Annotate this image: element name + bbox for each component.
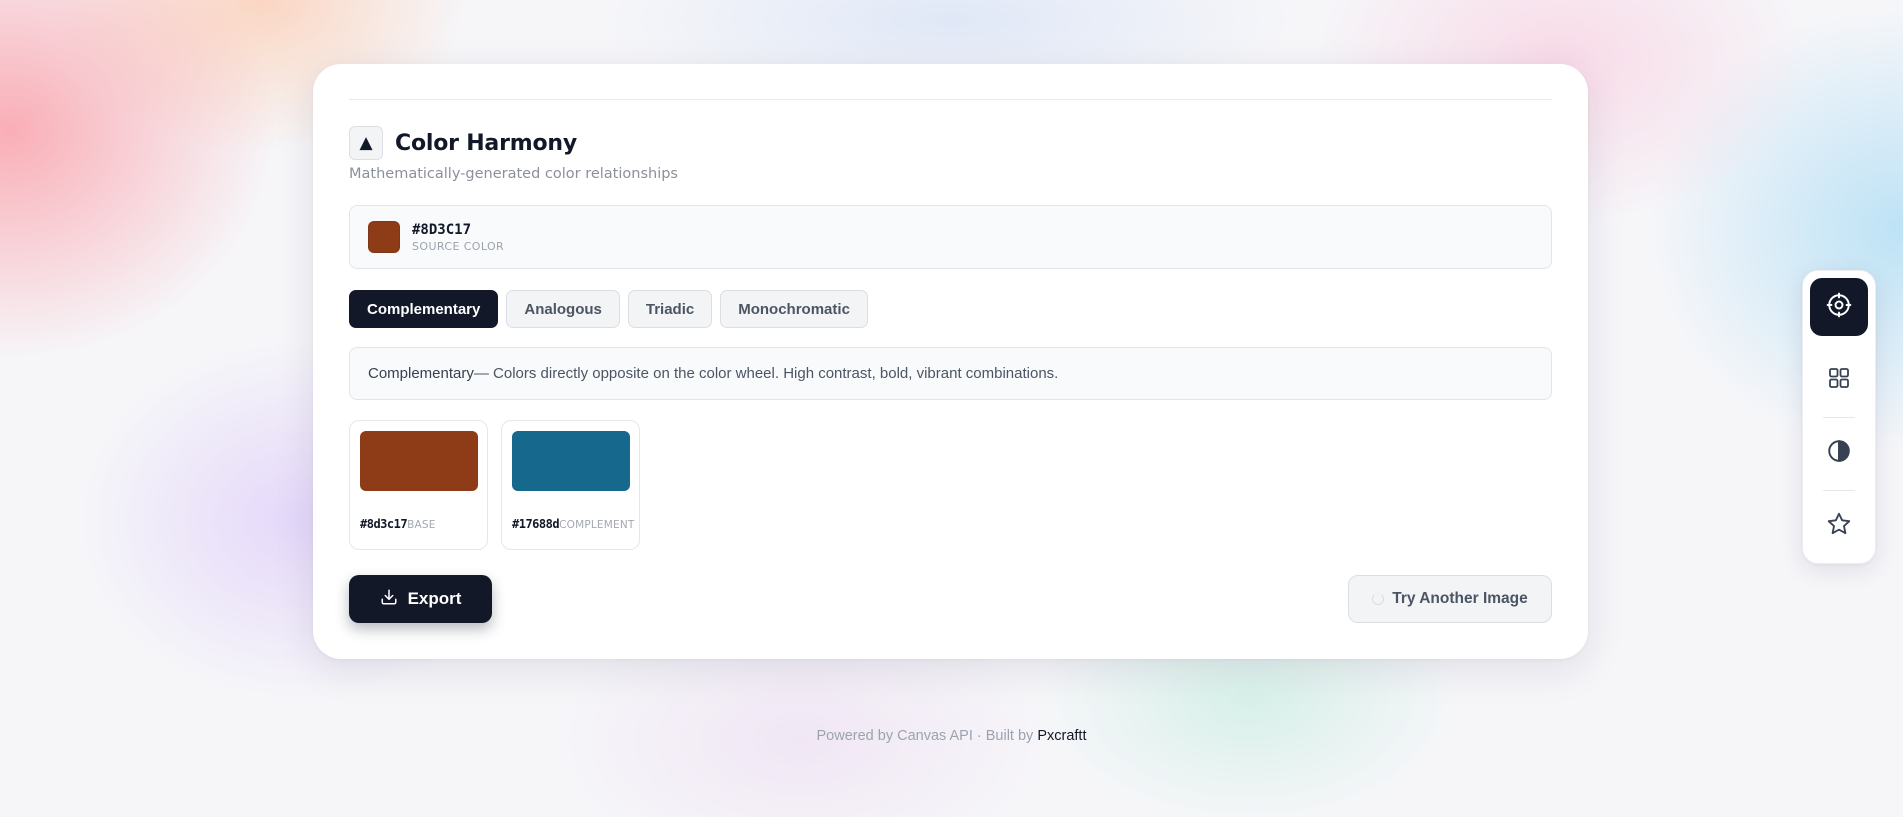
- side-toolbar: [1802, 270, 1876, 564]
- tab-monochromatic[interactable]: Monochromatic: [720, 290, 868, 328]
- footer: Powered by Canvas API · Built by Pxcraft…: [0, 728, 1903, 744]
- swatch-hex: #8d3c17: [360, 517, 408, 531]
- collapse-toggle-icon[interactable]: ▲: [349, 126, 383, 160]
- swatch-meta: #17688d COMPLEMENT: [512, 517, 635, 531]
- tool-contrast[interactable]: [1810, 424, 1868, 482]
- swatch-list: #8d3c17 BASE #17688d COMPLEMENT: [349, 420, 640, 550]
- tab-triadic[interactable]: Triadic: [627, 290, 713, 328]
- source-color-hex: #8D3C17: [412, 221, 472, 238]
- panel-title: Color Harmony: [395, 130, 577, 156]
- divider: [349, 99, 1552, 100]
- tool-star[interactable]: [1810, 497, 1868, 555]
- export-label: Export: [407, 589, 462, 608]
- try-another-image-button[interactable]: Try Another Image: [1348, 575, 1552, 623]
- swatch-role: COMPLEMENT: [559, 519, 635, 531]
- panel-header: ▲ Color Harmony: [349, 126, 577, 160]
- swatch-role: BASE: [407, 519, 436, 531]
- source-color-info: #8D3C17 SOURCE COLOR: [412, 222, 504, 253]
- download-icon: [380, 588, 398, 611]
- tool-target[interactable]: [1810, 278, 1868, 336]
- swatch-meta: #8d3c17 BASE: [360, 517, 436, 531]
- source-color-swatch: [368, 221, 400, 253]
- source-color-box: #8D3C17 SOURCE COLOR: [349, 205, 1552, 269]
- panel-subtitle: Mathematically-generated color relations…: [349, 166, 678, 182]
- harmony-tabs: Complementary Analogous Triadic Monochro…: [349, 290, 868, 328]
- swatch-hex: #17688d: [512, 517, 560, 531]
- tab-analogous[interactable]: Analogous: [506, 290, 620, 328]
- description-text: — Colors directly opposite on the color …: [473, 365, 1059, 382]
- export-button[interactable]: Export: [349, 575, 492, 623]
- swatch-card-complement[interactable]: #17688d COMPLEMENT: [501, 420, 640, 550]
- swatch-color-complement: [512, 431, 630, 491]
- source-color-label: SOURCE COLOR: [412, 239, 505, 253]
- grid-icon: [1827, 366, 1851, 394]
- contrast-icon: [1826, 438, 1852, 468]
- star-icon: [1826, 511, 1852, 541]
- swatch-color-base: [360, 431, 478, 491]
- footer-text: Powered by Canvas API · Built by: [816, 728, 1038, 744]
- target-icon: [1826, 292, 1852, 322]
- tab-complementary[interactable]: Complementary: [349, 290, 499, 328]
- toolbar-divider: [1823, 490, 1855, 491]
- color-harmony-card: ▲ Color Harmony Mathematically-generated…: [313, 64, 1588, 659]
- tool-grid[interactable]: [1810, 351, 1868, 409]
- footer-author-link[interactable]: Pxcraftt: [1037, 728, 1086, 744]
- toolbar-divider: [1823, 417, 1855, 418]
- harmony-description: Complementary — Colors directly opposite…: [349, 347, 1552, 400]
- refresh-icon: [1372, 593, 1385, 605]
- swatch-card-base[interactable]: #8d3c17 BASE: [349, 420, 488, 550]
- try-another-label: Try Another Image: [1392, 590, 1528, 607]
- description-harmony-name: Complementary: [368, 365, 474, 382]
